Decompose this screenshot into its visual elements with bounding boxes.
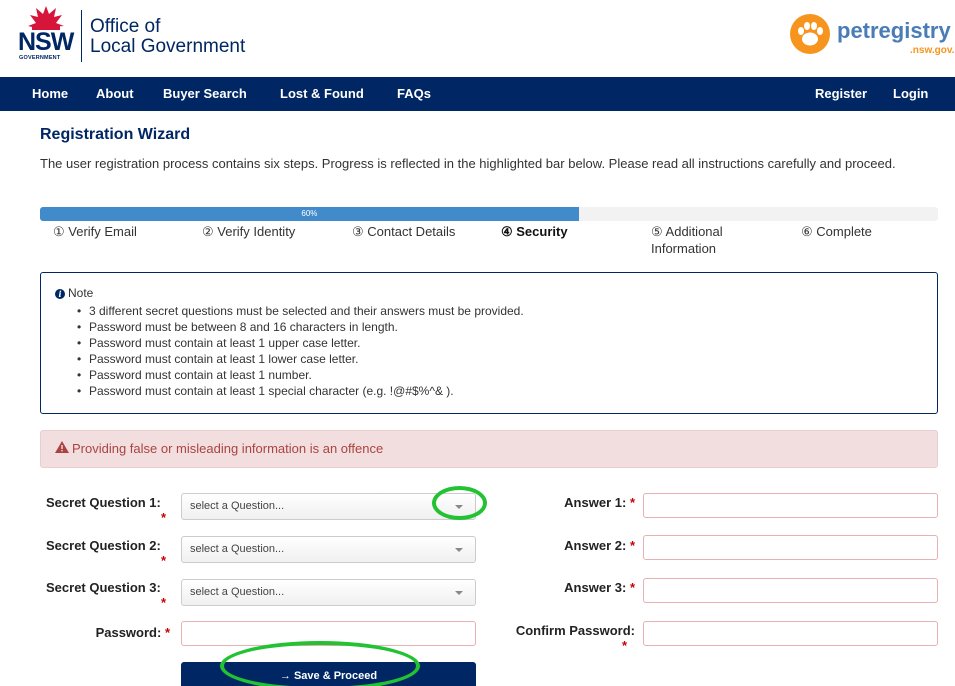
secret-question-1-label-text: Secret Question 1: [46, 495, 161, 510]
note-panel: iNote 3 different secret questions must … [40, 272, 938, 414]
required-mark: * [629, 495, 635, 510]
answer-1-label-text: Answer 1: [564, 495, 627, 510]
main-nav: Home About Buyer Search Lost & Found FAQ… [0, 77, 955, 111]
secret-question-3-select[interactable]: select a Question... [181, 579, 476, 606]
page-title: Registration Wizard [40, 126, 191, 143]
secret-question-2-select[interactable]: select a Question... [181, 536, 476, 563]
chevron-down-icon [455, 548, 463, 552]
nsw-logo-text: NSW [18, 28, 74, 56]
pet-registry-logo[interactable]: petregistry .nsw.gov.au [790, 14, 955, 62]
required-mark: * [161, 553, 167, 568]
secret-question-3-label: Secret Question 3: * [46, 580, 168, 610]
required-mark: * [161, 595, 167, 610]
confirm-password-input[interactable] [643, 621, 938, 646]
site-header: NSW GOVERNMENT Office of Local Governmen… [0, 0, 955, 72]
note-item: Password must contain at least 1 upper c… [77, 335, 524, 351]
nav-about[interactable]: About [96, 77, 134, 111]
password-label: Password: * [60, 625, 170, 640]
chevron-down-icon [455, 505, 463, 509]
info-icon: i [55, 289, 65, 299]
answer-2-label-text: Answer 2: [564, 538, 627, 553]
step-security: ④ Security [501, 224, 568, 239]
note-heading-label: Note [68, 286, 94, 300]
alert-text: Providing false or misleading informatio… [72, 441, 384, 456]
answer-1-input[interactable] [643, 493, 938, 518]
note-item: Password must be between 8 and 16 charac… [77, 319, 524, 335]
nav-lost-found[interactable]: Lost & Found [280, 77, 364, 111]
warning-alert: Providing false or misleading informatio… [40, 430, 938, 468]
note-item: 3 different secret questions must be sel… [77, 303, 524, 319]
step-complete: ⑥ Complete [801, 224, 872, 239]
secret-question-3-label-text: Secret Question 3: [46, 580, 161, 595]
olg-title-line2: Local Government [90, 36, 246, 57]
secret-question-2-label: Secret Question 2: * [46, 538, 168, 568]
nav-home[interactable]: Home [32, 77, 68, 111]
answer-1-label: Answer 1: * [530, 495, 635, 510]
olg-title: Office of Local Government [90, 17, 245, 57]
required-mark: * [629, 538, 635, 553]
note-list: 3 different secret questions must be sel… [77, 303, 524, 399]
chevron-down-icon [455, 591, 463, 595]
note-item: Password must contain at least 1 special… [77, 383, 524, 399]
answer-3-label-text: Answer 3: [564, 580, 627, 595]
save-and-proceed-button[interactable]: → Save & Proceed [181, 662, 476, 686]
logo-divider [81, 10, 82, 62]
nav-login[interactable]: Login [893, 77, 928, 111]
secret-question-2-label-text: Secret Question 2: [46, 538, 161, 553]
pet-registry-domain: .nsw.gov.au [910, 45, 955, 56]
waratah-icon [28, 6, 64, 30]
progress-fill: 60% [40, 207, 579, 221]
answer-2-label: Answer 2: * [530, 538, 635, 553]
answer-3-label: Answer 3: * [530, 580, 635, 595]
step-verify-email: ① Verify Email [53, 224, 137, 239]
nav-faqs[interactable]: FAQs [397, 77, 431, 111]
required-mark: * [629, 580, 635, 595]
password-label-text: Password: [95, 625, 162, 640]
secret-question-1-select[interactable]: select a Question... [181, 493, 476, 520]
progress-bar: 60% [40, 207, 938, 221]
note-heading: i Note [55, 286, 93, 300]
required-mark: * [164, 625, 170, 640]
required-mark: * [621, 638, 627, 653]
confirm-password-label: Confirm Password: * [490, 623, 635, 653]
password-input[interactable] [181, 621, 476, 646]
nav-register[interactable]: Register [815, 77, 867, 111]
answer-3-input[interactable] [643, 578, 938, 603]
olg-title-line1: Office of [90, 16, 161, 37]
warning-icon [55, 441, 69, 453]
step-contact-details: ③ Contact Details [352, 224, 456, 239]
intro-text: The user registration process contains s… [40, 156, 896, 171]
step-verify-identity: ② Verify Identity [202, 224, 296, 239]
secret-question-1-label: Secret Question 1: * [46, 495, 168, 525]
step-additional-information: ⑤ Additional Information [651, 224, 723, 256]
note-item: Password must contain at least 1 number. [77, 367, 524, 383]
nsw-government-logo[interactable]: NSW GOVERNMENT [18, 6, 76, 66]
select-placeholder: select a Question... [190, 543, 285, 555]
select-placeholder: select a Question... [190, 586, 285, 598]
required-mark: * [161, 510, 167, 525]
select-placeholder: select a Question... [190, 500, 285, 512]
paw-icon [798, 22, 823, 46]
pet-registry-name: petregistry [837, 18, 951, 43]
nsw-logo-subtext: GOVERNMENT [19, 55, 61, 61]
nav-buyer-search[interactable]: Buyer Search [163, 77, 247, 111]
answer-2-input[interactable] [643, 535, 938, 560]
note-item: Password must contain at least 1 lower c… [77, 351, 524, 367]
confirm-password-label-text: Confirm Password: [515, 623, 635, 638]
